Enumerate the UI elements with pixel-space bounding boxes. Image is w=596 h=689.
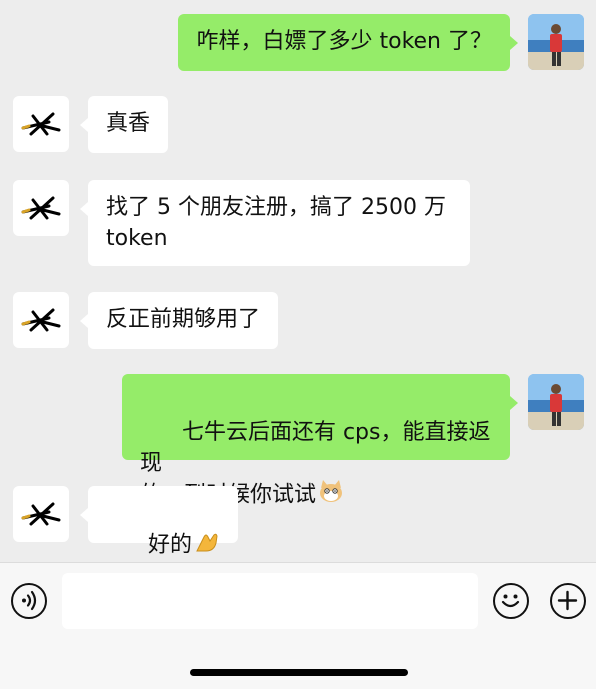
message-row: 真香 [0,96,596,156]
plus-icon [557,590,578,611]
message-text: 好的 [147,532,192,558]
home-indicator[interactable] [190,669,408,676]
contact-avatar[interactable] [13,180,69,236]
message-bubble[interactable]: 七牛云后面还有 cps，能直接返现 的，到时候你试试 [122,374,518,508]
message-bubble[interactable]: 咋样，白嫖了多少 token 了？ [178,14,518,71]
my-avatar[interactable] [528,374,584,430]
emoji-button[interactable] [493,583,529,619]
chat-area: 咋样，白嫖了多少 token 了？ 真香 找了 5 个朋友注册，搞了 2500 … [0,0,596,562]
emoji-icon [501,594,520,608]
message-bubble[interactable]: 好的 [80,486,238,558]
contact-avatar[interactable] [13,292,69,348]
plus-button[interactable] [550,583,586,619]
message-row: 咋样，白嫖了多少 token 了？ [0,0,596,80]
message-row: 找了 5 个朋友注册，搞了 2500 万 token [0,180,596,270]
ok-hand-emoji [194,529,220,562]
contact-avatar[interactable] [13,96,69,152]
contact-avatar[interactable] [13,486,69,542]
voice-button[interactable] [11,583,47,619]
message-bubble[interactable]: 真香 [79,96,169,153]
message-row: 七牛云后面还有 cps，能直接返现 的，到时候你试试 [0,374,596,508]
my-avatar[interactable] [528,14,584,70]
message-input[interactable] [62,573,478,629]
message-row: 反正前期够用了 [0,292,596,352]
message-bubble[interactable]: 找了 5 个朋友注册，搞了 2500 万 token [80,180,470,266]
message-bubble[interactable]: 反正前期够用了 [79,292,279,349]
message-row: 好的 [0,486,596,558]
voice-icon [22,590,37,611]
